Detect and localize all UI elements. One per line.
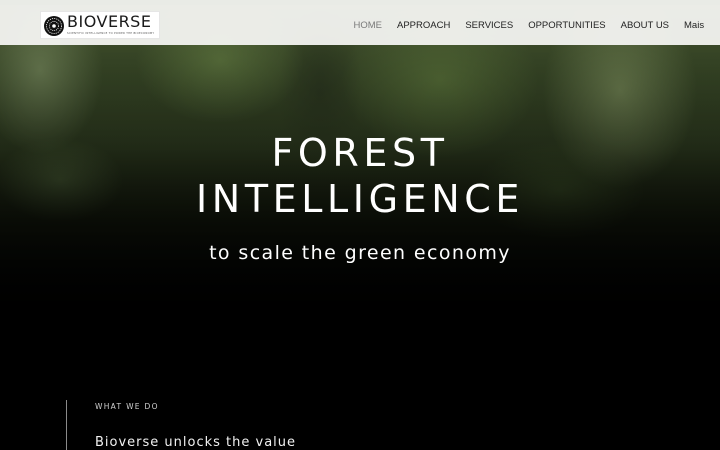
logo[interactable]: BIOVERSE SCIENTIFIC INTELLIGENCE TO POWE…	[40, 11, 160, 39]
nav-approach[interactable]: APPROACH	[390, 20, 458, 31]
logo-wordmark: BIOVERSE	[67, 12, 152, 31]
hero-title-line2: INTELLIGENCE	[195, 177, 525, 221]
hero-title-line1: FOREST	[271, 131, 449, 175]
nav-about-us[interactable]: ABOUT US	[613, 20, 676, 31]
hero-overlay	[0, 0, 720, 450]
hero-title: FOREST INTELLIGENCE	[0, 130, 720, 222]
nav-more[interactable]: Mais	[677, 20, 712, 31]
what-we-do-label: WHAT WE DO	[95, 402, 159, 411]
section-divider-line	[66, 400, 67, 450]
nav-home[interactable]: HOME	[346, 20, 390, 31]
what-we-do-text: Bioverse unlocks the value	[95, 435, 297, 450]
logo-tagline: SCIENTIFIC INTELLIGENCE TO POWER THE BIO…	[67, 32, 155, 35]
nav-services[interactable]: SERVICES	[458, 20, 521, 31]
hero-subtitle: to scale the green economy	[209, 242, 511, 264]
mandala-logo-icon	[44, 16, 64, 36]
site-header: BIOVERSE SCIENTIFIC INTELLIGENCE TO POWE…	[0, 5, 720, 45]
main-nav: HOME APPROACH SERVICES OPPORTUNITIES ABO…	[346, 5, 712, 45]
nav-opportunities[interactable]: OPPORTUNITIES	[521, 20, 613, 31]
